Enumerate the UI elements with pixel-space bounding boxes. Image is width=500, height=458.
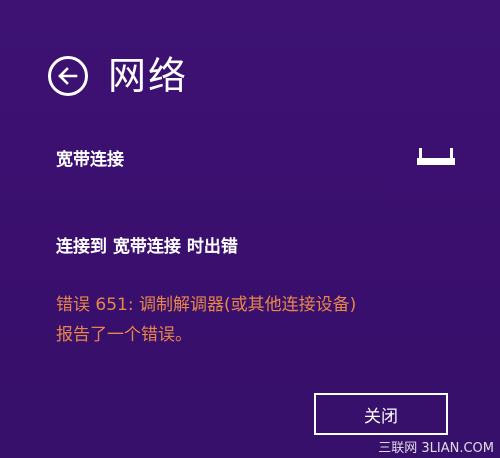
- close-button[interactable]: 关闭: [314, 393, 448, 435]
- flyout-header: 网络: [48, 52, 188, 100]
- watermark: 三联网 3LIAN.COM: [378, 441, 494, 456]
- error-heading: 连接到 宽带连接 时出错: [56, 237, 238, 257]
- network-flyout: 网络 宽带连接 连接到 宽带连接 时出错 错误 651: 调制解调器(或其他连接…: [0, 0, 500, 458]
- error-message: 错误 651: 调制解调器(或其他连接设备) 报告了一个错误。: [56, 290, 476, 350]
- back-arrow-icon: [58, 67, 78, 85]
- error-message-line-2: 报告了一个错误。: [56, 325, 192, 345]
- connection-name: 宽带连接: [56, 149, 124, 170]
- connection-item[interactable]: 宽带连接: [56, 142, 456, 172]
- error-message-line-1: 错误 651: 调制解调器(或其他连接设备): [56, 295, 357, 315]
- page-title: 网络: [108, 54, 189, 98]
- router-icon: [417, 148, 455, 165]
- back-button[interactable]: [48, 56, 88, 96]
